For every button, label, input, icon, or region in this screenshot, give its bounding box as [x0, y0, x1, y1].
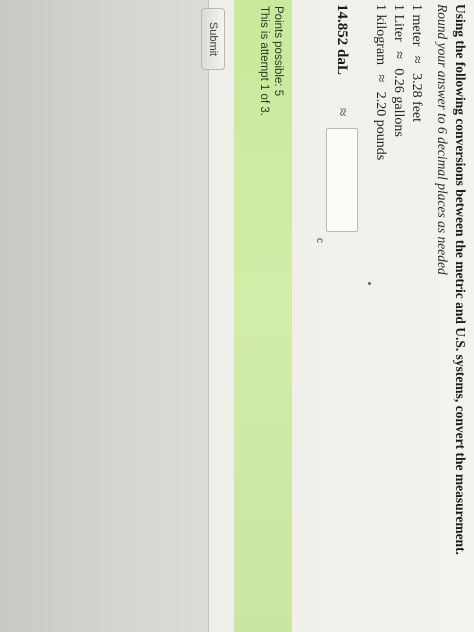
answer-marker: c [314, 238, 325, 243]
question-title: Using the following conversions between … [453, 4, 468, 555]
points-possible: Points possible: 5 [272, 6, 284, 97]
conversion-right: 2.20 pounds [373, 91, 388, 161]
conversion-right: 3.28 feet [409, 73, 424, 123]
conversion-left: 1 kilogram [373, 4, 388, 66]
stray-dot [368, 282, 371, 285]
conversion-kilogram: 1 kilogram ≈ 2.20 pounds [372, 4, 388, 160]
question-instruction: Round your answer to 6 decimal places as… [435, 4, 450, 275]
question-area: Using the following conversions between … [208, 0, 474, 632]
conversion-meter: 1 meter ≈ 3.28 feet [408, 4, 424, 122]
given-measurement: 14.852 daL [334, 4, 350, 75]
approx-symbol: ≈ [391, 51, 406, 59]
answer-input[interactable] [326, 128, 358, 232]
conversion-left: 1 Liter [391, 4, 406, 42]
question-panel: Using the following conversions between … [0, 0, 474, 632]
conversion-right: 0.26 gallons [391, 68, 406, 137]
points-banner: Points possible: 5 This is attempt 1 of … [234, 0, 292, 632]
approx-symbol: ≈ [409, 55, 424, 64]
approx-symbol: ≈ [373, 74, 388, 83]
conversion-left: 1 meter [409, 4, 424, 47]
attempt-info: This is attempt 1 of 3. [258, 6, 270, 116]
given-approx-symbol: ≈ [334, 108, 350, 117]
submit-button[interactable]: Submit [201, 8, 225, 70]
conversion-liter: 1 Liter ≈ 0.26 gallons [390, 4, 406, 137]
